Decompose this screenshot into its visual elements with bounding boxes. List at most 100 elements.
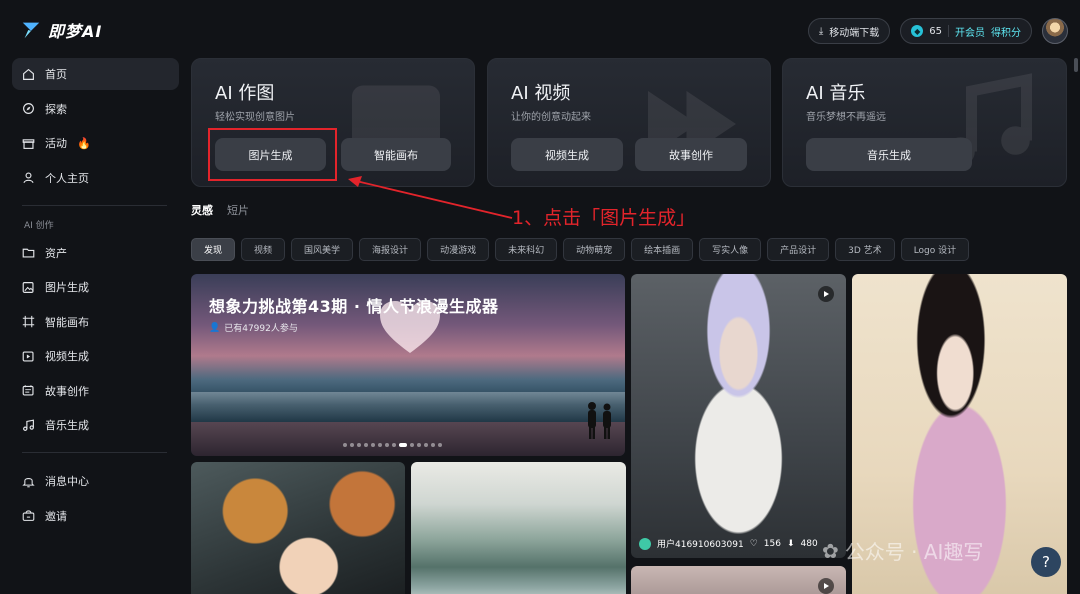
view-count: 480 [800, 538, 818, 549]
compass-icon [23, 103, 34, 114]
help-button[interactable]: ? [1031, 547, 1061, 577]
watermark-text: 公众号 · AI趣写 [844, 540, 984, 564]
user-avatar[interactable] [1042, 18, 1068, 44]
sidebar-item-canvas[interactable]: 智能画布 [12, 306, 179, 338]
smart-canvas-button[interactable]: 智能画布 [341, 138, 451, 171]
membership-link[interactable]: 开会员 [955, 24, 985, 39]
folder-icon [22, 248, 35, 258]
sidebar-item-video-gen[interactable]: 视频生成 [12, 340, 179, 372]
credit-coin-icon: ◆ [911, 25, 924, 37]
carousel-dots[interactable] [343, 443, 442, 447]
carousel-dot[interactable] [378, 443, 382, 447]
sidebar-item-label: 资产 [45, 246, 67, 260]
sidebar-item-image-gen[interactable]: 图片生成 [12, 271, 179, 303]
banner-participants: 👤 已有47992人参与 [209, 321, 298, 335]
play-icon [818, 578, 834, 594]
like-count: 156 [763, 538, 781, 549]
carousel-dot[interactable] [385, 443, 389, 447]
chip-scifi[interactable]: 未来科幻 [495, 238, 558, 261]
logo-icon [22, 22, 40, 39]
sidebar-divider [22, 452, 167, 453]
chip-anime-game[interactable]: 动漫游戏 [427, 238, 490, 261]
story-create-button[interactable]: 故事创作 [635, 138, 747, 171]
chip-pets[interactable]: 动物萌宠 [563, 238, 626, 261]
pill-divider [948, 25, 949, 37]
chip-product[interactable]: 产品设计 [767, 238, 830, 261]
video-gen-icon [22, 350, 34, 362]
sidebar-item-label: 视频生成 [45, 350, 89, 363]
carousel-dot[interactable] [438, 443, 442, 447]
chip-3d[interactable]: 3D 艺术 [835, 238, 895, 261]
sidebar-item-label: 音乐生成 [45, 419, 89, 432]
story-icon [22, 385, 34, 396]
sidebar-item-label: 邀请 [45, 509, 67, 523]
tile-meta: 用户416910603091 ♡ 156 ⬇ 480 [639, 537, 838, 550]
sidebar-item-label: 个人主页 [45, 171, 89, 185]
card-title: AI 视频 [511, 83, 571, 104]
mobile-download-button[interactable]: ⤓ 移动端下载 [807, 18, 891, 44]
music-gen-button[interactable]: 音乐生成 [806, 138, 972, 171]
gallery-item-dragon-child[interactable] [191, 462, 405, 594]
app-logo[interactable]: 即梦AI [20, 18, 102, 42]
sidebar: 首页 探索 活动 🔥 个人主页 AI 创作 资产 图片生成 智能画布 视频生成 … [12, 58, 179, 534]
carousel-dot[interactable] [399, 443, 407, 447]
credit-count: 65 [929, 25, 942, 37]
carousel-dot[interactable] [357, 443, 361, 447]
carousel-dot[interactable] [410, 443, 414, 447]
sidebar-item-invite[interactable]: 邀请 [12, 500, 179, 532]
carousel-dot[interactable] [371, 443, 375, 447]
tab-inspiration[interactable]: 灵感 [191, 202, 213, 223]
credits-pill[interactable]: ◆ 65 开会员 得积分 [900, 18, 1032, 44]
chip-logo[interactable]: Logo 设计 [900, 238, 970, 261]
ocean-waves [191, 392, 625, 426]
tab-shorts[interactable]: 短片 [227, 202, 249, 223]
carousel-dot[interactable] [424, 443, 428, 447]
chip-discover[interactable]: 发现 [191, 238, 236, 261]
gallery-item-mecha-girl[interactable]: 用户416910603091 ♡ 156 ⬇ 480 [631, 274, 846, 558]
sidebar-item-explore[interactable]: 探索 [12, 93, 179, 125]
carousel-dot[interactable] [392, 443, 396, 447]
card-subtitle: 轻松实现创意图片 [215, 112, 295, 123]
sidebar-item-home[interactable]: 首页 [12, 58, 179, 90]
earn-points-link[interactable]: 得积分 [991, 24, 1021, 39]
carousel-dot[interactable] [343, 443, 347, 447]
gallery-item-mountain-landscape[interactable] [411, 462, 626, 594]
image-gen-button[interactable]: 图片生成 [215, 138, 326, 171]
carousel-dot[interactable] [431, 443, 435, 447]
sidebar-item-profile[interactable]: 个人主页 [12, 162, 179, 194]
bell-icon [22, 477, 35, 487]
sidebar-item-assets[interactable]: 资产 [12, 237, 179, 269]
sidebar-item-messages[interactable]: 消息中心 [12, 465, 179, 497]
couple-silhouette-image [588, 402, 611, 439]
chip-video[interactable]: 视频 [241, 238, 286, 261]
topbar-actions: ⤓ 移动端下载 ◆ 65 开会员 得积分 [807, 18, 1068, 44]
sidebar-item-label: 故事创作 [45, 384, 89, 398]
chip-portrait[interactable]: 写实人像 [699, 238, 762, 261]
video-gen-button[interactable]: 视频生成 [511, 138, 623, 171]
author-name: 用户416910603091 [657, 540, 744, 550]
banner-title: 想象力挑战第43期 · 情人节浪漫生成器 [209, 297, 499, 316]
page-scrollbar[interactable] [1074, 58, 1078, 72]
challenge-banner[interactable]: 想象力挑战第43期 · 情人节浪漫生成器 👤 已有47992人参与 [191, 274, 625, 456]
sidebar-item-activity[interactable]: 活动 🔥 [12, 127, 179, 159]
wechat-watermark: ✿ 公众号 · AI趣写 [822, 536, 983, 565]
sidebar-item-label: 探索 [45, 102, 67, 116]
chip-guofeng[interactable]: 国风美学 [291, 238, 354, 261]
chip-illustration[interactable]: 绘本插画 [631, 238, 694, 261]
participants-count: 已有47992人参与 [224, 324, 298, 334]
sidebar-section-title: AI 创作 [24, 220, 54, 231]
carousel-dot[interactable] [350, 443, 354, 447]
sidebar-item-story[interactable]: 故事创作 [12, 375, 179, 407]
sidebar-item-music[interactable]: 音乐生成 [12, 409, 179, 441]
gallery-item-partial[interactable] [631, 566, 846, 594]
carousel-dot[interactable] [364, 443, 368, 447]
home-icon [23, 68, 34, 80]
gift-icon [22, 138, 35, 149]
download-icon: ⤓ [818, 25, 824, 37]
card-title: AI 音乐 [806, 83, 866, 104]
carousel-dot[interactable] [417, 443, 421, 447]
chip-poster[interactable]: 海报设计 [359, 238, 422, 261]
feed-tabs: 灵感 短片 [191, 202, 249, 223]
wechat-icon: ✿ [822, 538, 839, 563]
card-subtitle: 音乐梦想不再遥远 [806, 112, 886, 123]
